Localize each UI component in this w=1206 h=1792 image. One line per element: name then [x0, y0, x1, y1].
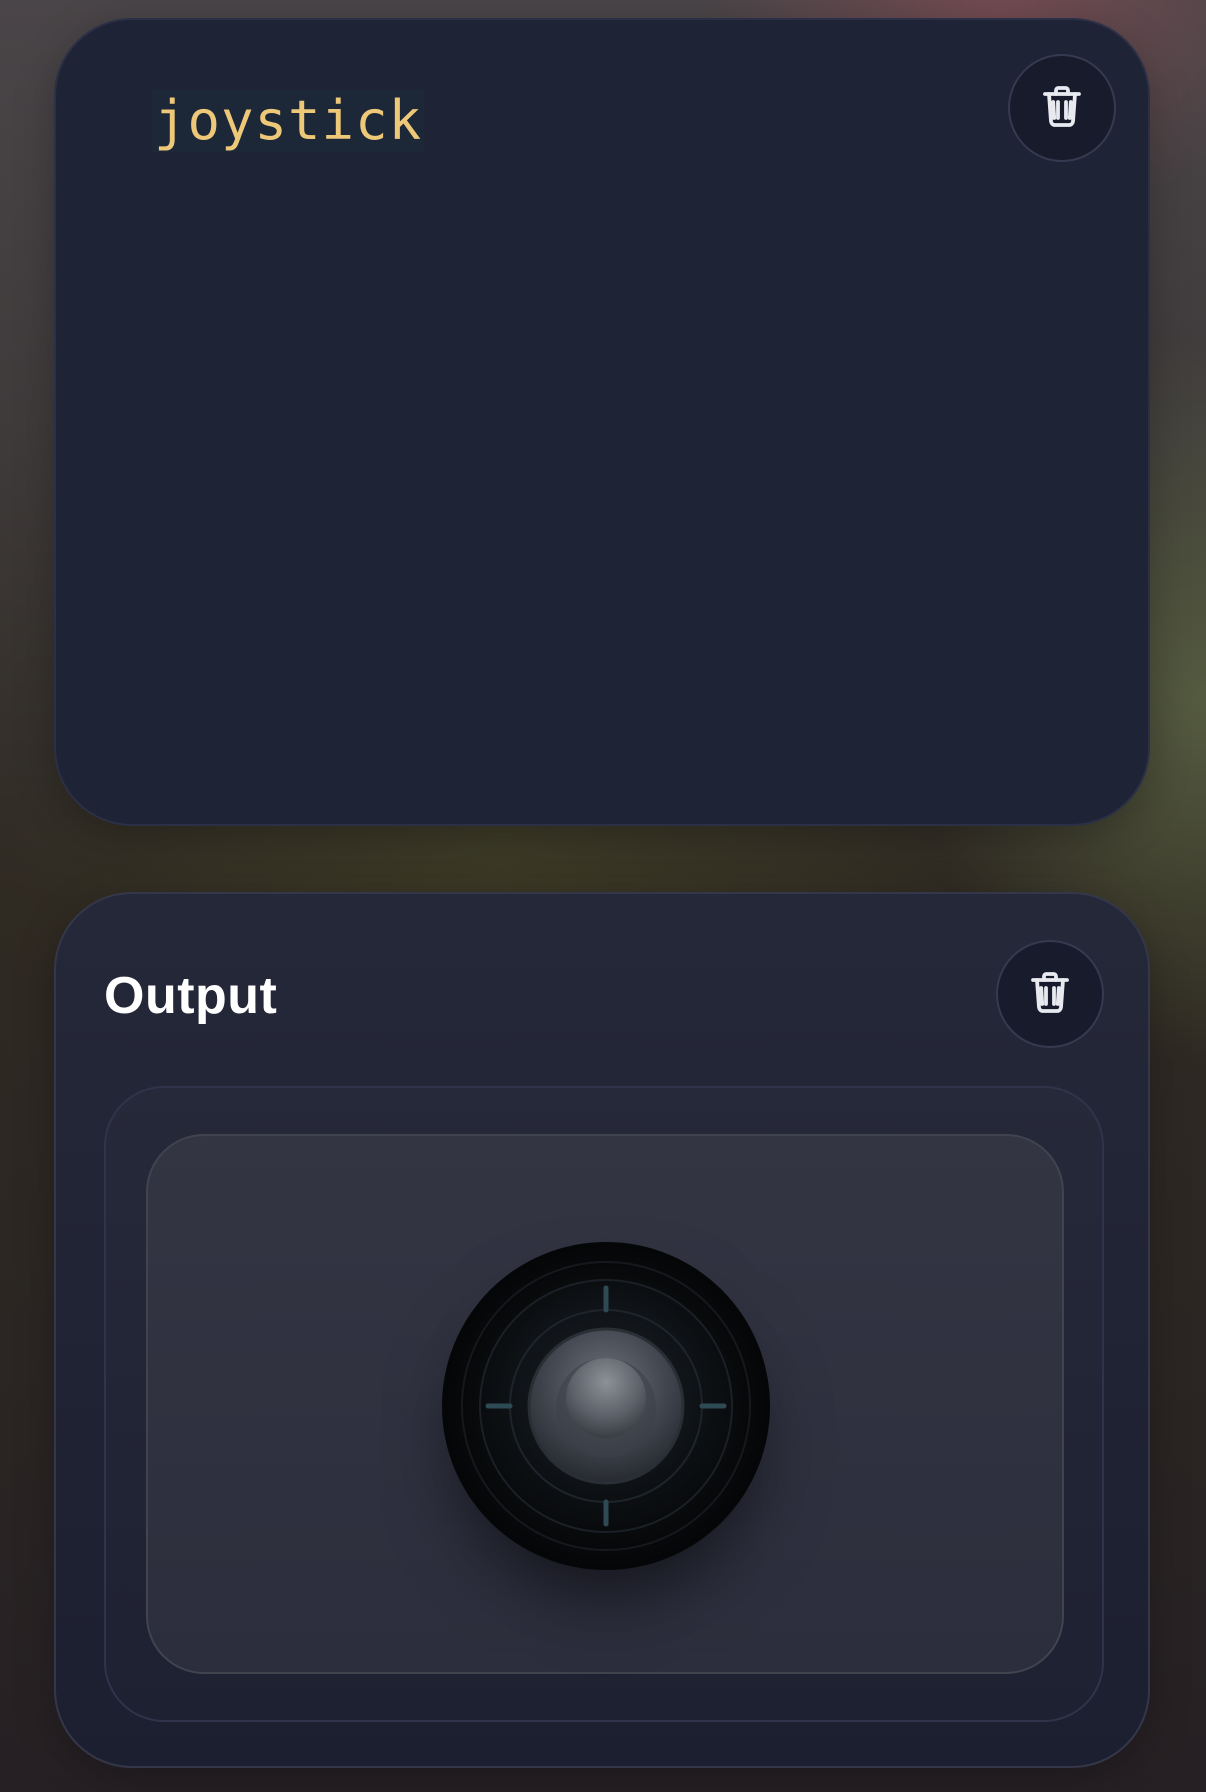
- trash-icon: [1026, 968, 1074, 1021]
- output-title: Output: [104, 967, 278, 1025]
- trash-icon: [1038, 82, 1086, 135]
- joystick-area: [146, 1134, 1064, 1674]
- delete-code-button[interactable]: [1008, 54, 1116, 162]
- delete-output-button[interactable]: [996, 940, 1104, 1048]
- joystick[interactable]: [442, 1242, 770, 1570]
- joystick-knob: [527, 1327, 685, 1485]
- output-panel: [104, 1086, 1104, 1722]
- code-card: joystick: [54, 18, 1150, 826]
- code-editor-text[interactable]: joystick: [152, 90, 425, 152]
- output-card: Output: [54, 892, 1150, 1768]
